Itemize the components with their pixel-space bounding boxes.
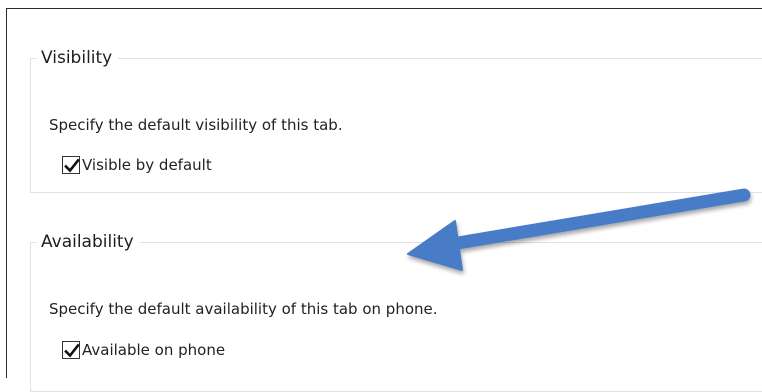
visibility-description: Specify the default visibility of this t… [49,116,343,134]
visible-by-default-checkbox[interactable] [62,156,80,174]
visibility-title: Visibility [41,48,113,68]
visible-by-default-label: Visible by default [82,156,212,174]
availability-title: Availability [41,232,134,252]
availability-description: Specify the default availability of this… [49,300,438,318]
availability-group: Availability Specify the default availab… [30,232,762,392]
checkmark-icon [64,158,80,173]
checkmark-icon [64,343,80,358]
visible-by-default-checkbox-row[interactable]: Visible by default [62,156,212,174]
available-on-phone-checkbox[interactable] [62,341,80,359]
available-on-phone-label: Available on phone [82,341,226,359]
available-on-phone-checkbox-row[interactable]: Available on phone [62,341,225,359]
visibility-group: Visibility Specify the default visibilit… [30,48,762,193]
